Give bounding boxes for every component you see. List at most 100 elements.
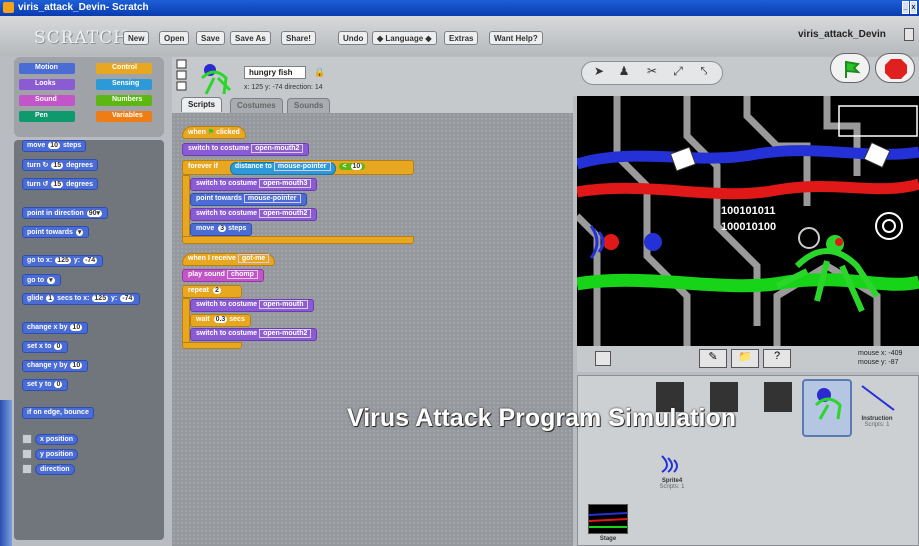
block-when-i-receive[interactable]: when I receive got-me	[182, 253, 276, 266]
block-go-to-xy[interactable]: go to x: 125 y: -74	[22, 255, 104, 267]
category-selector: Motion Control Looks Sensing Sound Numbe…	[14, 57, 164, 137]
block-set-y[interactable]: set y to 0	[22, 379, 69, 391]
block-move[interactable]: move 10 steps	[22, 140, 87, 152]
window-title: viris_attack_Devin- Scratch	[18, 2, 149, 13]
block-switch-costume[interactable]: switch to costume open-mouth2	[190, 328, 318, 341]
block-move-steps[interactable]: move 3 steps	[190, 223, 253, 236]
operator-less-than[interactable]: < 10	[339, 163, 366, 170]
tab-sounds[interactable]: Sounds	[287, 98, 331, 113]
project-name: viris_attack_Devin	[798, 29, 886, 40]
sprite-list: Instruction Scripts: 1 Sprite4 Scripts: 1 …	[577, 375, 919, 546]
binary-text-2: 100010100	[721, 221, 776, 233]
new-button[interactable]: New	[123, 31, 150, 45]
sprite-coordinates: x: 125 y: -74 direction: 14	[244, 84, 323, 91]
paint-sprite-icon[interactable]: ✎	[699, 349, 727, 368]
stop-button[interactable]	[875, 53, 915, 83]
category-looks[interactable]: Looks	[19, 79, 75, 90]
close-icon[interactable]: x	[910, 1, 917, 14]
checkbox-direction[interactable]	[22, 464, 32, 474]
block-point-towards[interactable]: point towards mouse-pointer	[190, 193, 307, 206]
grow-tool-icon[interactable]: ⤢	[666, 60, 690, 82]
sprite-thumb[interactable]	[764, 382, 792, 412]
project-file-icon	[904, 28, 914, 41]
block-point-towards[interactable]: point towards ▾	[22, 226, 90, 238]
presentation-mode-icon[interactable]	[595, 351, 611, 366]
repeat-bottom	[182, 342, 242, 349]
block-go-to[interactable]: go to ▾	[22, 274, 61, 286]
block-palette: move 10 steps turn ↻ 15 degrees turn ↺ 1…	[14, 140, 164, 540]
extras-button[interactable]: Extras	[444, 31, 479, 45]
reporter-x-position[interactable]: x position	[22, 433, 79, 446]
instruction-sprite[interactable]	[858, 382, 898, 414]
language-button[interactable]: ◆ Language ◆	[372, 31, 437, 45]
scratch-logo: SCRATCH	[34, 28, 129, 48]
block-switch-costume[interactable]: switch to costume open-mouth2	[182, 143, 310, 156]
save-button[interactable]: Save	[196, 31, 225, 45]
green-flag-button[interactable]	[830, 53, 870, 83]
block-forever-if[interactable]: forever if distance to mouse-pointer < 10	[182, 160, 414, 175]
block-when-flag-clicked[interactable]: when ⚑ clicked	[182, 126, 246, 139]
want-help-button[interactable]: Want Help?	[489, 31, 543, 45]
overlay-title: Virus Attack Program Simulation	[347, 404, 736, 432]
block-point-in-direction[interactable]: point in direction 90▾	[22, 207, 109, 219]
block-switch-costume[interactable]: switch to costume open-mouth2	[190, 208, 318, 221]
category-variables[interactable]: Variables	[96, 111, 152, 122]
stage-thumb[interactable]	[588, 504, 628, 534]
reporter-direction[interactable]: direction	[22, 463, 75, 476]
block-change-y[interactable]: change y by 10	[22, 360, 89, 372]
block-switch-costume[interactable]: switch to costume open-mouth3	[190, 178, 318, 191]
repeat-arm	[182, 298, 190, 344]
stage-label: Stage	[599, 536, 617, 542]
stage-canvas[interactable]: 100101011 100010100	[577, 96, 919, 346]
category-numbers[interactable]: Numbers	[96, 95, 152, 106]
block-turn-ccw[interactable]: turn ↺ 15 degrees	[22, 178, 98, 190]
undo-button[interactable]: Undo	[338, 31, 369, 45]
block-play-sound[interactable]: play sound chomp	[182, 269, 264, 282]
sprite4-thumb[interactable]	[658, 452, 686, 474]
sprite-thumbnail-icon	[200, 64, 232, 95]
random-sprite-icon[interactable]: ?	[763, 349, 791, 368]
category-sound[interactable]: Sound	[19, 95, 75, 106]
block-repeat[interactable]: repeat 2	[182, 285, 242, 298]
category-control[interactable]: Control	[96, 63, 152, 74]
sprite-label: Sprite4 Scripts: 1	[659, 478, 685, 490]
category-motion[interactable]: Motion	[19, 63, 75, 74]
duplicate-tool-icon[interactable]: ♟	[612, 60, 636, 82]
green-flag-icon: ⚑	[207, 129, 215, 136]
open-button[interactable]: Open	[159, 31, 190, 45]
rotation-style-icons[interactable]	[176, 59, 188, 91]
share-button[interactable]: Share!	[281, 31, 316, 45]
minimize-icon[interactable]: _	[902, 1, 909, 14]
sprite-label: Instruction Scripts: 1	[861, 416, 893, 428]
save-as-button[interactable]: Save As	[230, 31, 271, 45]
block-turn-cw[interactable]: turn ↻ 15 degrees	[22, 159, 98, 171]
checkbox-x-position[interactable]	[22, 434, 32, 444]
binary-text-1: 100101011	[721, 205, 775, 217]
shrink-tool-icon[interactable]: ⤣	[692, 60, 716, 82]
scratch-app-icon	[3, 2, 14, 13]
mouse-readout: mouse x: -409 mouse y: -87	[858, 350, 903, 366]
category-sensing[interactable]: Sensing	[96, 79, 152, 90]
reporter-y-position[interactable]: y position	[22, 448, 79, 461]
block-change-x[interactable]: change x by 10	[22, 322, 89, 334]
sprite-thumb-selected[interactable]	[802, 379, 852, 437]
lock-icon[interactable]: 🔒	[314, 67, 325, 78]
block-set-x[interactable]: set x to 0	[22, 341, 69, 353]
arrow-tool-icon[interactable]: ➤	[587, 60, 611, 82]
tab-costumes[interactable]: Costumes	[230, 98, 283, 113]
tab-scripts[interactable]: Scripts	[181, 97, 223, 112]
block-wait[interactable]: wait 0.3 secs	[190, 314, 251, 327]
block-glide[interactable]: glide 1 secs to x: 125 y: -74	[22, 293, 141, 305]
block-switch-costume[interactable]: switch to costume open-mouth	[190, 299, 314, 312]
left-edge-decoration	[0, 400, 12, 546]
forever-if-bottom	[182, 236, 414, 244]
sprite-name-field[interactable]: hungry fish	[244, 66, 306, 79]
choose-sprite-icon[interactable]: 📁	[731, 349, 759, 368]
window-titlebar: viris_attack_Devin- Scratch _ x	[0, 0, 919, 16]
block-bounce[interactable]: if on edge, bounce	[22, 407, 94, 419]
checkbox-y-position[interactable]	[22, 449, 32, 459]
category-pen[interactable]: Pen	[19, 111, 75, 122]
forever-if-arm	[182, 175, 190, 237]
sensing-distance[interactable]: distance to mouse-pointer	[229, 162, 336, 175]
delete-tool-icon[interactable]: ✂	[640, 60, 664, 82]
